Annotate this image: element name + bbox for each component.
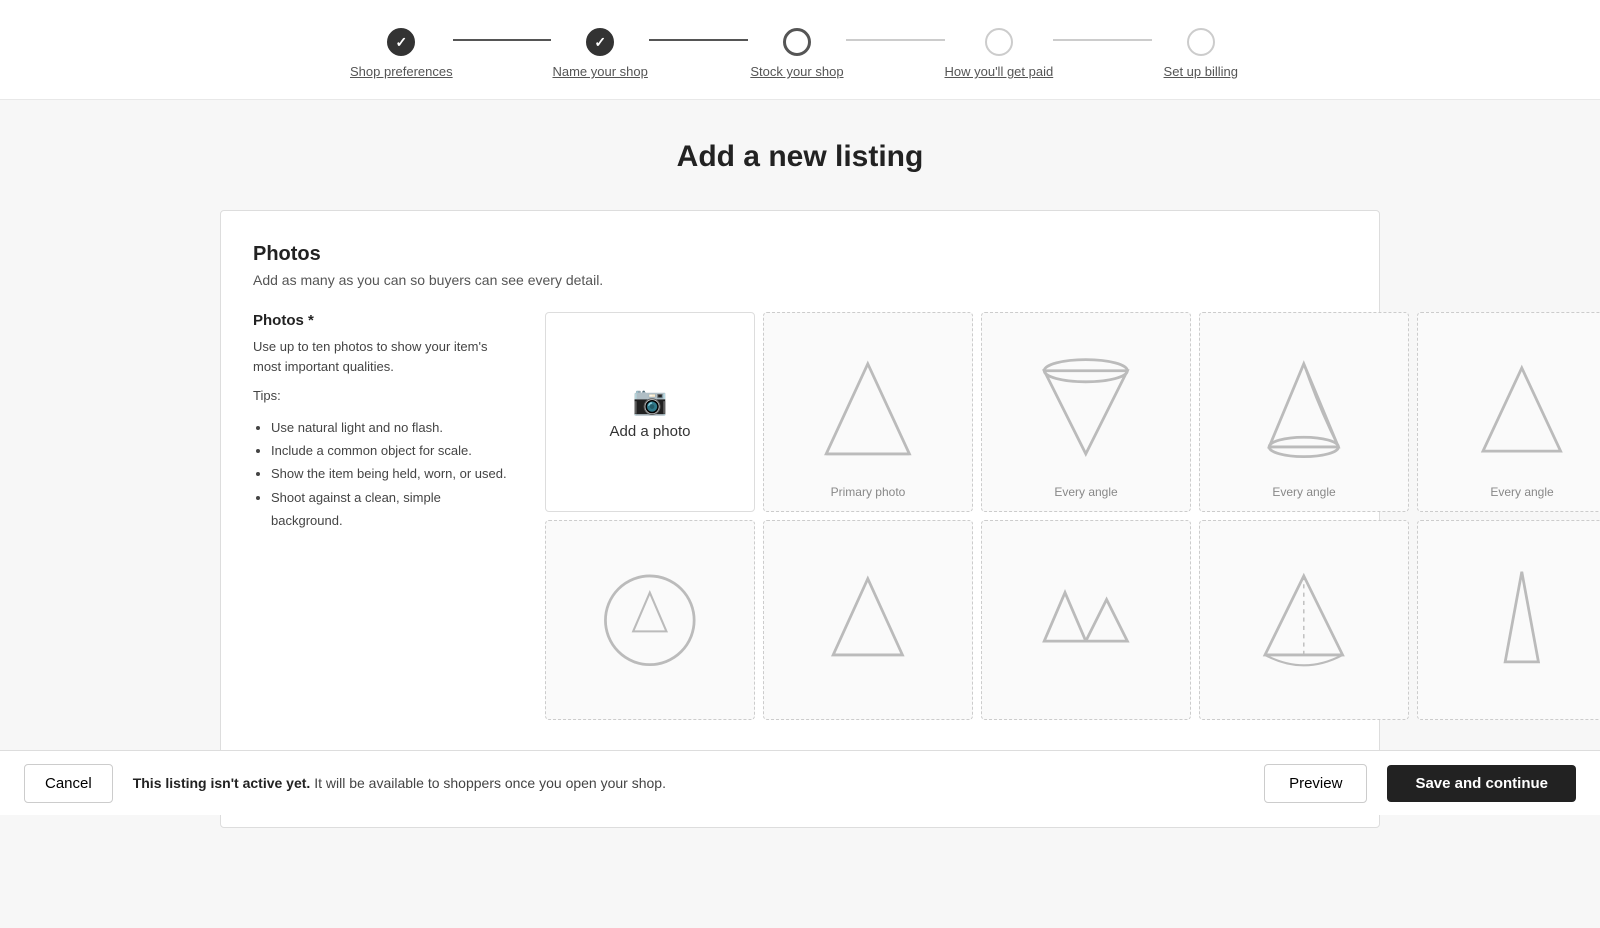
cone-simple-illustration: [795, 343, 941, 482]
connector-3: [846, 39, 944, 41]
photo-slot-5[interactable]: Every angle: [1417, 312, 1600, 512]
step-stock-shop[interactable]: Stock your shop: [748, 28, 846, 79]
cone-side-illustration: [1231, 343, 1377, 482]
cancel-button[interactable]: Cancel: [24, 764, 113, 803]
slot-label-2: Primary photo: [831, 485, 906, 499]
connector-4: [1053, 39, 1151, 41]
tip-1: Use natural light and no flash.: [271, 416, 513, 439]
status-detail: It will be available to shoppers once yo…: [314, 775, 666, 791]
section-title-photos: Photos: [253, 243, 1347, 266]
step-circle-4: [985, 28, 1013, 56]
tip-2: Include a common object for scale.: [271, 439, 513, 462]
slot-label-3: Every angle: [1054, 485, 1117, 499]
photos-section: Photos * Use up to ten photos to show yo…: [253, 312, 1347, 720]
save-continue-button[interactable]: Save and continue: [1387, 765, 1576, 802]
progress-bar: Shop preferences Name your shop Stock yo…: [0, 0, 1600, 100]
connector-1: [453, 39, 551, 41]
add-photo-slot[interactable]: 📷 Add a photo: [545, 312, 755, 512]
photo-slot-8[interactable]: [981, 520, 1191, 720]
tip-3: Show the item being held, worn, or used.: [271, 462, 513, 485]
slot-label-4: Every angle: [1272, 485, 1335, 499]
cone-angle-illustration: [1449, 343, 1595, 482]
camera-icon: 📷: [633, 384, 668, 417]
cone-folded-illustration: [1231, 551, 1377, 690]
add-photo-label: Add a photo: [610, 423, 691, 440]
step-label-2[interactable]: Name your shop: [552, 64, 647, 79]
step-label-1[interactable]: Shop preferences: [350, 64, 453, 79]
photos-field-desc: Use up to ten photos to show your item's…: [253, 337, 513, 376]
step-name-shop[interactable]: Name your shop: [551, 28, 649, 79]
cone-circle-illustration: [577, 551, 723, 690]
tip-4: Shoot against a clean, simple background…: [271, 486, 513, 533]
preview-button[interactable]: Preview: [1264, 764, 1367, 803]
step-circle-3: [783, 28, 811, 56]
cone-inverted-illustration: [1013, 343, 1159, 482]
photo-slot-2[interactable]: Primary photo: [763, 312, 973, 512]
tips-list: Use natural light and no flash. Include …: [253, 416, 513, 533]
connector-2: [649, 39, 747, 41]
photos-row-1: 📷 Add a photo Primary photo: [545, 312, 1600, 512]
listing-card: Photos Add as many as you can so buyers …: [220, 210, 1380, 828]
photo-slot-3[interactable]: Every angle: [981, 312, 1191, 512]
cone-thin-illustration: [1449, 551, 1595, 690]
photo-slot-7[interactable]: [763, 520, 973, 720]
bottom-bar: Cancel This listing isn't active yet. It…: [0, 750, 1600, 815]
section-subtitle-photos: Add as many as you can so buyers can see…: [253, 272, 1347, 288]
step-label-5[interactable]: Set up billing: [1164, 64, 1238, 79]
step-circle-5: [1187, 28, 1215, 56]
photo-slot-9[interactable]: [1199, 520, 1409, 720]
photo-slot-10[interactable]: [1417, 520, 1600, 720]
cone-outline-illustration: [795, 551, 941, 690]
photos-sidebar: Photos * Use up to ten photos to show yo…: [253, 312, 513, 720]
photo-slot-4[interactable]: Every angle: [1199, 312, 1409, 512]
step-label-4[interactable]: How you'll get paid: [945, 64, 1054, 79]
step-circle-2: [586, 28, 614, 56]
step-get-paid[interactable]: How you'll get paid: [945, 28, 1054, 79]
page-title: Add a new listing: [220, 140, 1380, 174]
status-text: This listing isn't active yet. It will b…: [133, 775, 1244, 791]
step-label-3[interactable]: Stock your shop: [750, 64, 843, 79]
photos-field-label: Photos *: [253, 312, 513, 329]
photos-row-2: [545, 520, 1600, 720]
step-shop-preferences[interactable]: Shop preferences: [350, 28, 453, 79]
tips-label: Tips:: [253, 386, 513, 406]
photo-slot-6[interactable]: [545, 520, 755, 720]
cone-small-illustration: [1013, 551, 1159, 690]
slot-label-5: Every angle: [1490, 485, 1553, 499]
photos-grid: 📷 Add a photo Primary photo: [545, 312, 1600, 720]
step-billing[interactable]: Set up billing: [1152, 28, 1250, 79]
status-bold: This listing isn't active yet.: [133, 775, 311, 791]
step-circle-1: [387, 28, 415, 56]
